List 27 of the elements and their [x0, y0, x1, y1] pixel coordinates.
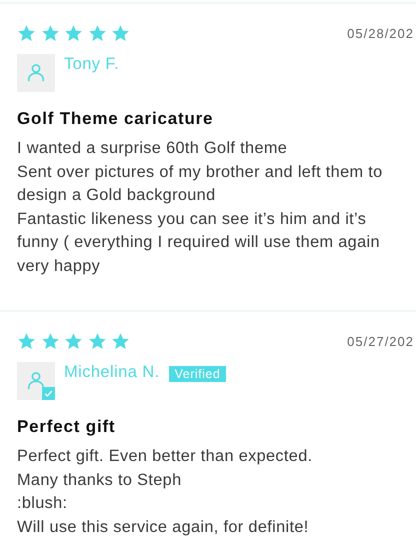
- review-text: :blush:: [17, 493, 68, 514]
- star-icon: [17, 24, 36, 43]
- star-icon: [64, 24, 83, 43]
- star-icon: [88, 332, 106, 351]
- checkmark-icon: [42, 387, 55, 400]
- star-icon: [88, 24, 106, 43]
- review-title: Perfect gift: [17, 417, 116, 437]
- verified-badge: Verified: [168, 366, 226, 382]
- star-icon: [40, 24, 60, 43]
- review-date: 05/28/202: [347, 26, 415, 41]
- review-text: Sent over pictures of my brother and left them to design a Gold background: [17, 162, 384, 206]
- review-text: Perfect gift. Even better than expected.: [17, 446, 314, 467]
- reviewer-name: Michelina N.: [64, 363, 160, 382]
- review-text: Fantastic likeness you can see it’s him and it’s funny ( everything I required will use them again very happy: [17, 208, 381, 276]
- star-icon: [111, 332, 130, 351]
- review-text: Will use this service again, for definite!: [17, 516, 310, 538]
- star-icon: [40, 332, 60, 351]
- reviewer-name: Tony F.: [64, 55, 120, 74]
- user-icon: [27, 371, 45, 391]
- star-icon: [64, 332, 83, 351]
- review-date: 05/27/202: [347, 334, 415, 349]
- review-title: Golf Theme caricature: [17, 109, 214, 129]
- star-icon: [17, 332, 36, 351]
- user-icon: [27, 63, 45, 83]
- review-text: Many thanks to Steph: [17, 470, 182, 490]
- star-icon: [111, 24, 130, 43]
- review-text: I wanted a surprise 60th Golf theme: [17, 138, 288, 159]
